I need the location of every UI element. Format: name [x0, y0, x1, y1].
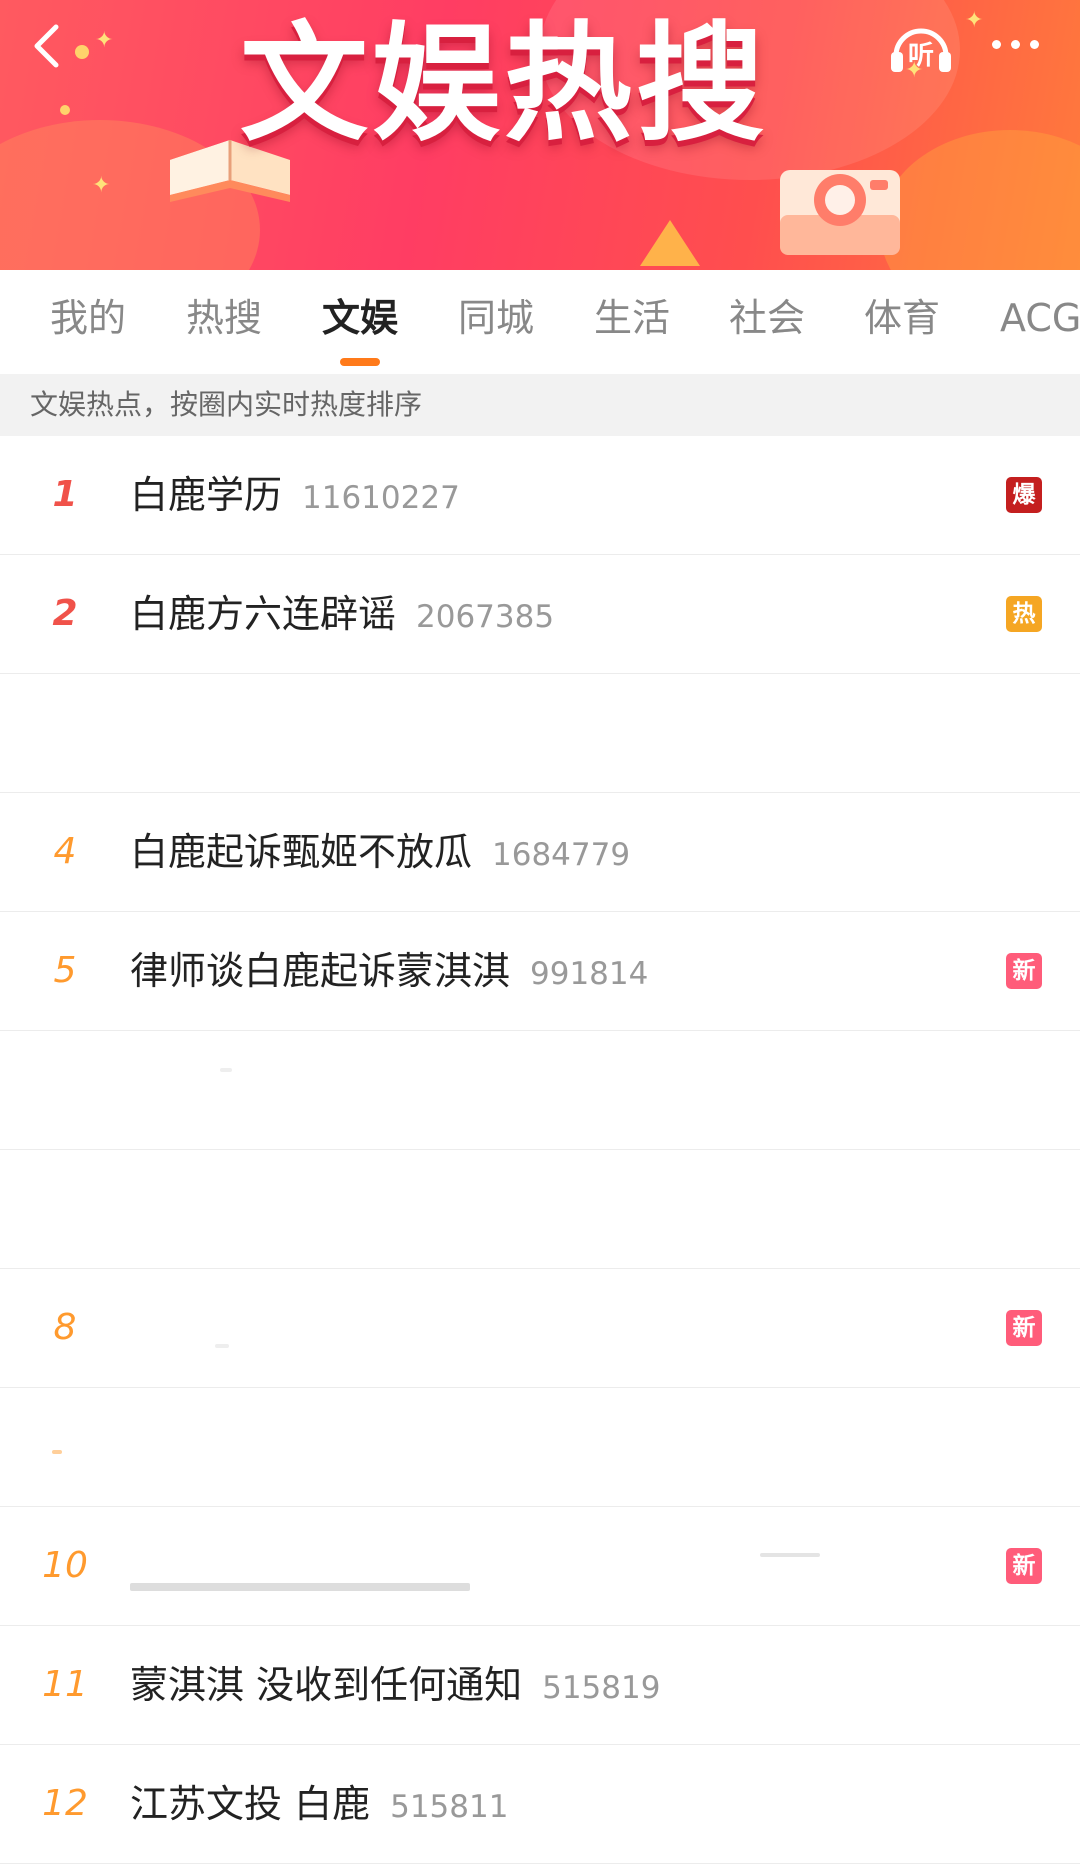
new-badge: 新 — [1006, 953, 1042, 989]
tab-mine[interactable]: 我的 — [50, 270, 126, 374]
camera-icon — [780, 170, 900, 255]
heat-count: 1684779 — [492, 837, 631, 873]
back-button[interactable] — [26, 22, 66, 70]
heat-count: 2067385 — [416, 599, 555, 635]
topic-link[interactable]: 白鹿学历 11610227 — [130, 436, 460, 557]
list-item[interactable] — [0, 1031, 1080, 1150]
topic-title: 律师谈白鹿起诉蒙淇淇 — [130, 949, 511, 993]
list-item[interactable]: 2 白鹿方六连辟谣 2067385 热 — [0, 555, 1080, 674]
tab-entertainment[interactable]: 文娱 — [322, 270, 398, 374]
list-item[interactable]: 11 蒙淇淇 没收到任何通知 515819 — [0, 1626, 1080, 1745]
more-dots-icon — [1010, 39, 1020, 49]
decoration-triangle — [640, 220, 700, 266]
decoration-dot — [60, 105, 70, 115]
boom-badge: 爆 — [1006, 477, 1042, 513]
listen-label: 听 — [908, 41, 934, 71]
redaction-mark — [130, 1583, 470, 1591]
sparkle-icon: ✦ — [92, 173, 111, 198]
hot-badge: 热 — [1006, 596, 1042, 632]
headphones-icon: 听 — [891, 28, 951, 72]
topic-link[interactable]: 律师谈白鹿起诉蒙淇淇 991814 — [130, 912, 648, 1033]
tab-acg[interactable]: ACG — [1000, 270, 1080, 374]
topic-link[interactable]: 蒙淇淇 没收到任何通知 515819 — [130, 1626, 660, 1747]
topic-link[interactable]: 江苏文投 白鹿 515811 — [130, 1745, 508, 1866]
category-tabs: 我的 热搜 文娱 同城 生活 社会 体育 ACG — [0, 270, 1080, 374]
new-badge: 新 — [1006, 1310, 1042, 1346]
redaction-mark — [760, 1553, 820, 1557]
topic-title: 蒙淇淇 没收到任何通知 — [130, 1663, 523, 1707]
more-dots-icon — [1029, 39, 1039, 49]
more-options-button[interactable] — [980, 24, 1050, 64]
rank-number: 8 — [53, 1307, 77, 1348]
tab-life[interactable]: 生活 — [594, 270, 670, 374]
topic-title: 白鹿起诉甄姬不放瓜 — [130, 830, 473, 874]
decoration-dot — [75, 45, 89, 59]
heat-count: 991814 — [530, 956, 649, 992]
heat-count: 515819 — [542, 1670, 661, 1706]
tab-sports[interactable]: 体育 — [864, 270, 940, 374]
tab-label: 体育 — [864, 296, 941, 340]
topic-link[interactable]: 白鹿方六连辟谣 2067385 — [130, 555, 554, 676]
rank-number: 10 — [42, 1545, 88, 1586]
more-dots-icon — [991, 39, 1001, 49]
tab-label: 热搜 — [186, 296, 263, 340]
list-item[interactable] — [0, 1388, 1080, 1507]
rank-number: 2 — [52, 593, 78, 634]
heat-count: 11610227 — [302, 480, 460, 516]
hot-search-list: 1 白鹿学历 11610227 爆 2 白鹿方六连辟谣 2067385 热 4 白鹿… — [0, 436, 1080, 1864]
section-notice: 文娱热点，按圈内实时热度排序 — [0, 374, 1080, 436]
tab-label: 同城 — [458, 296, 535, 340]
rank-number: 11 — [42, 1664, 88, 1705]
header-banner: ✦ ✦ ✦ ✦ 文娱热搜 听 — [0, 0, 1080, 270]
rank-number: 12 — [42, 1783, 88, 1824]
rank-number: 1 — [52, 474, 78, 515]
chevron-left-icon — [34, 24, 59, 68]
tab-society[interactable]: 社会 — [729, 270, 805, 374]
topic-title: 白鹿学历 — [130, 473, 283, 517]
redaction-mark — [220, 1068, 232, 1072]
listen-button[interactable]: 听 — [888, 16, 954, 76]
list-item[interactable]: 8 新 — [0, 1269, 1080, 1388]
heat-count: 515811 — [390, 1789, 509, 1825]
topic-link[interactable]: 白鹿起诉甄姬不放瓜 1684779 — [130, 793, 630, 914]
topic-title: 白鹿方六连辟谣 — [130, 592, 397, 636]
tab-label: 文娱 — [322, 296, 399, 340]
list-item[interactable] — [0, 674, 1080, 793]
new-badge: 新 — [1006, 1548, 1042, 1584]
rank-number: 4 — [53, 831, 77, 872]
list-item[interactable]: 1 白鹿学历 11610227 爆 — [0, 436, 1080, 555]
tab-hot-search[interactable]: 热搜 — [186, 270, 262, 374]
sparkle-icon: ✦ — [95, 28, 114, 53]
active-tab-indicator — [340, 358, 381, 366]
topic-title: 江苏文投 白鹿 — [130, 1782, 371, 1826]
tab-label: ACG — [1000, 296, 1080, 340]
redaction-mark — [215, 1344, 229, 1348]
rank-number: 5 — [53, 950, 77, 991]
tab-label: 社会 — [729, 296, 806, 340]
tab-label: 生活 — [594, 296, 671, 340]
redaction-mark — [52, 1450, 62, 1454]
tab-local[interactable]: 同城 — [458, 270, 534, 374]
page-title: 文娱热搜 — [240, 10, 769, 159]
tab-label: 我的 — [50, 296, 127, 340]
list-item[interactable]: 10 新 — [0, 1507, 1080, 1626]
banner-decoration — [880, 130, 1080, 270]
list-item[interactable]: 4 白鹿起诉甄姬不放瓜 1684779 — [0, 793, 1080, 912]
list-item[interactable]: 5 律师谈白鹿起诉蒙淇淇 991814 新 — [0, 912, 1080, 1031]
list-item[interactable]: 12 江苏文投 白鹿 515811 — [0, 1745, 1080, 1864]
list-item[interactable] — [0, 1150, 1080, 1269]
